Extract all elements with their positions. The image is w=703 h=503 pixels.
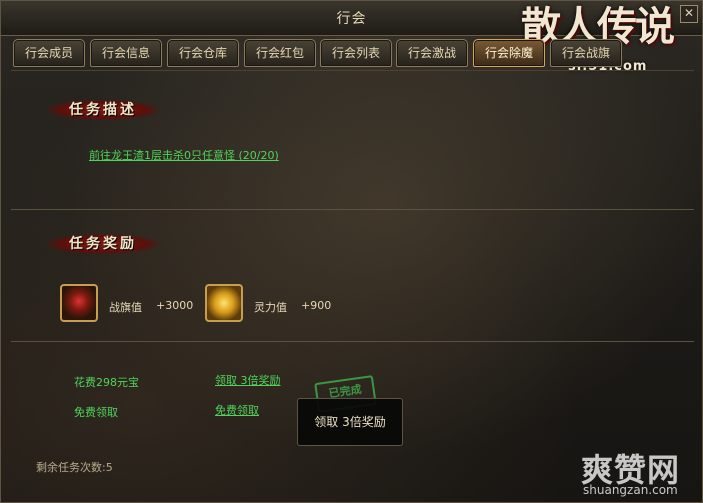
- reward-label-spirit: 灵力值: [254, 301, 287, 314]
- free-claim-button[interactable]: 免费领取: [215, 402, 259, 418]
- description-header: 任务描述: [48, 100, 158, 120]
- panel-divider-top: [11, 70, 694, 71]
- claim-triple-button[interactable]: 领取 3倍奖励: [215, 372, 281, 388]
- tab-battle[interactable]: 行会激战: [396, 39, 468, 67]
- quest-objective-link[interactable]: 前往龙王渣1层击杀0只任意怪 (20/20): [89, 147, 279, 163]
- reward-value-banner: +3000: [156, 299, 194, 312]
- tab-warehouse[interactable]: 行会仓库: [167, 39, 239, 67]
- pay-yuanbao-label: 花费298元宝: [74, 376, 139, 389]
- tab-info[interactable]: 行会信息: [90, 39, 162, 67]
- tab-members[interactable]: 行会成员: [13, 39, 85, 67]
- tab-red-packet[interactable]: 行会红包: [244, 39, 316, 67]
- guild-window: 行会 散人传说 sr.51.com ✕ 行会成员 行会信息 行会仓库 行会红包 …: [0, 0, 703, 503]
- tab-demon-slaying[interactable]: 行会除魔: [473, 39, 545, 67]
- close-icon[interactable]: ✕: [680, 5, 698, 23]
- watermark-site: shuangzan.com: [583, 483, 678, 497]
- section-divider: [11, 341, 694, 342]
- section-divider: [11, 209, 694, 210]
- remaining-attempts: 剩余任务次数:5: [36, 461, 113, 474]
- tab-guild-list[interactable]: 行会列表: [320, 39, 392, 67]
- flag-icon[interactable]: [60, 284, 98, 322]
- rewards-header: 任务奖励: [48, 234, 158, 254]
- free-claim-label: 免费领取: [74, 406, 118, 419]
- claim-tooltip: 领取 3倍奖励: [297, 398, 403, 446]
- spirit-orb-icon[interactable]: [205, 284, 243, 322]
- reward-label-banner: 战旗值: [109, 301, 142, 314]
- reward-value-spirit: +900: [301, 299, 332, 312]
- tab-war-banner[interactable]: 行会战旗: [550, 39, 622, 67]
